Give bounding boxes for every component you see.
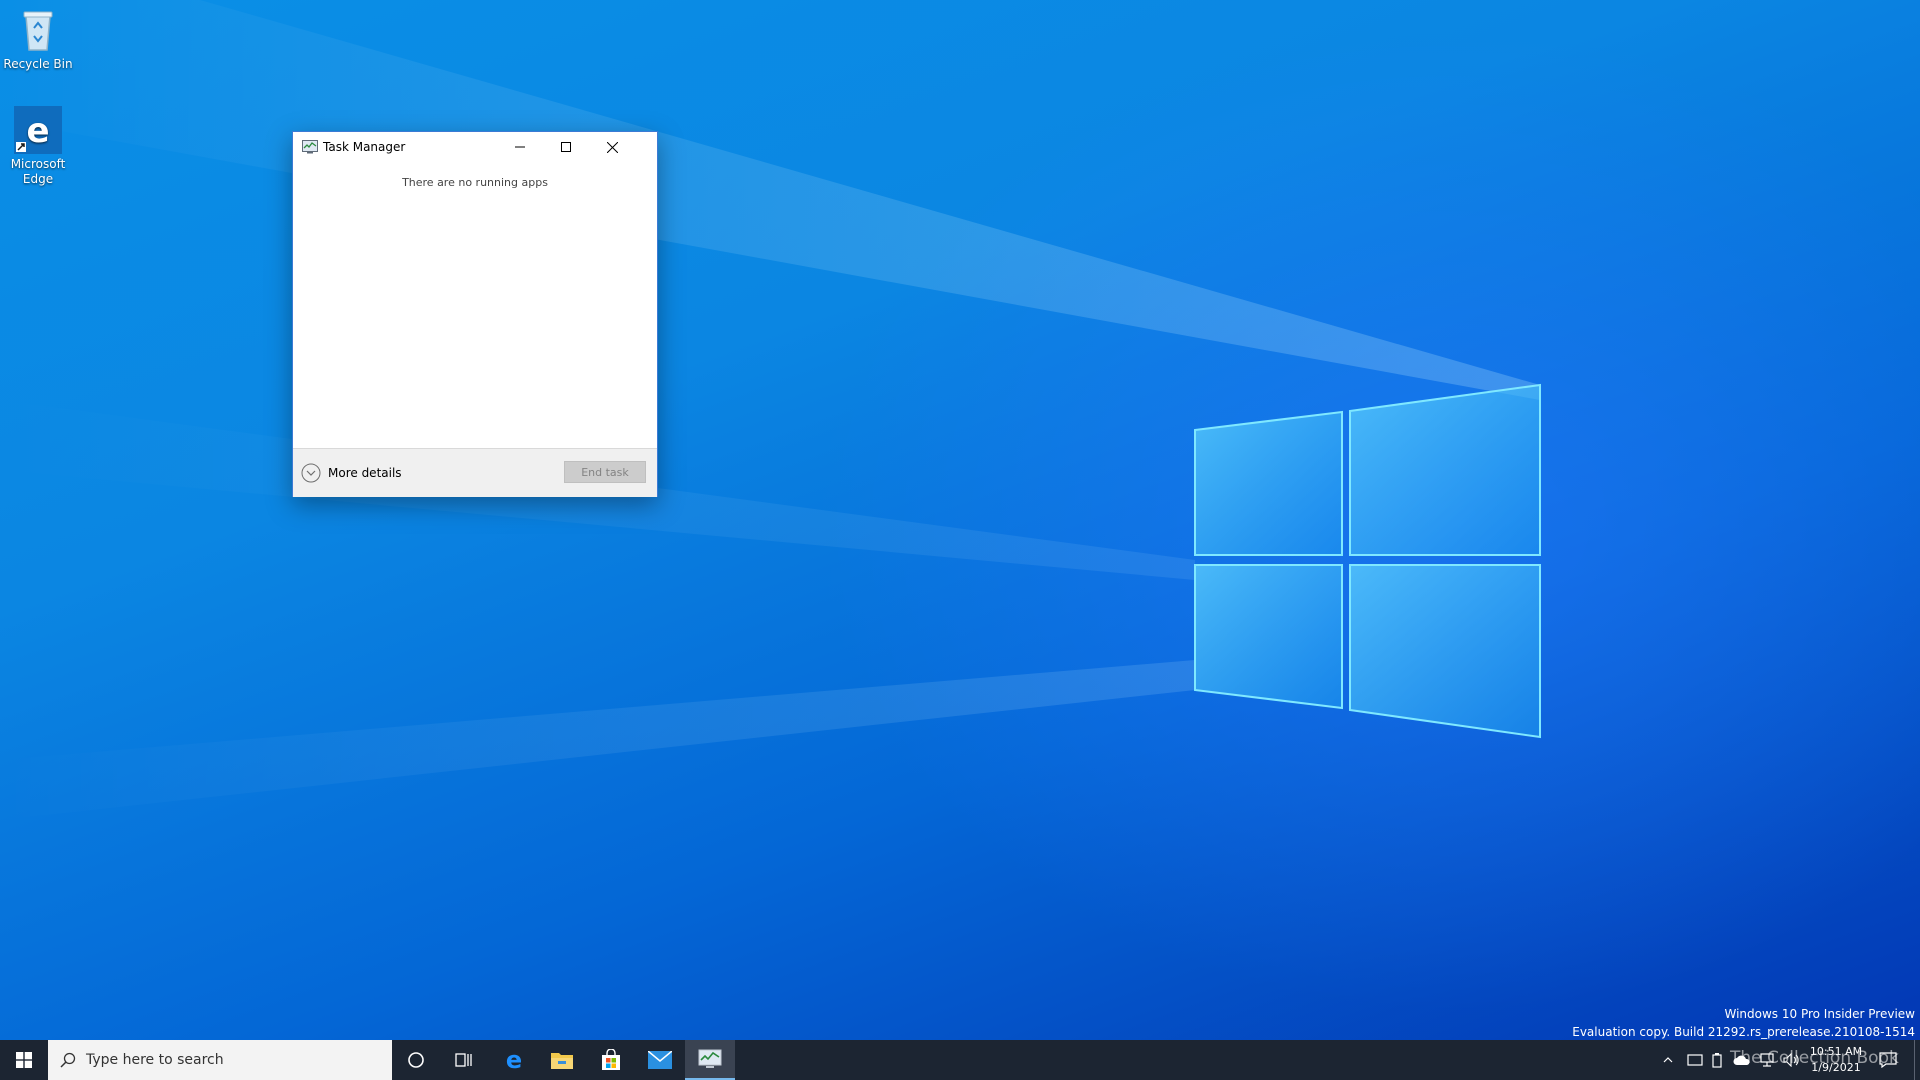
mail-icon [648, 1051, 672, 1069]
close-button[interactable] [589, 132, 635, 162]
minimize-button[interactable] [497, 132, 543, 162]
taskbar: Type here to search e 10:51 AM 1/9/2021 [0, 1040, 1920, 1080]
chevron-down-icon [301, 463, 321, 483]
chevron-up-icon [1663, 1057, 1673, 1063]
end-task-button[interactable]: End task [564, 461, 646, 483]
build-watermark: Windows 10 Pro Insider Preview Evaluatio… [1572, 1005, 1915, 1040]
svg-text:e: e [506, 1048, 522, 1072]
edge-icon: e [506, 1048, 522, 1072]
search-box[interactable]: Type here to search [48, 1040, 392, 1080]
watermark-edition: Windows 10 Pro Insider Preview [1724, 1007, 1915, 1021]
window-footer: More details End task [293, 448, 657, 497]
taskbar-edge[interactable]: e [490, 1040, 538, 1080]
desktop-icon-recycle-bin[interactable]: Recycle Bin [0, 6, 76, 72]
show-desktop-button[interactable] [1914, 1040, 1920, 1080]
windows-logo-wallpaper [0, 0, 1541, 820]
more-details-toggle[interactable]: More details [301, 462, 402, 484]
task-manager-icon [302, 140, 318, 154]
edge-label: Microsoft Edge [10, 157, 66, 186]
task-view-button[interactable] [440, 1040, 488, 1080]
taskbar-task-manager[interactable] [685, 1040, 735, 1080]
battery-icon [1712, 1053, 1722, 1068]
tray-battery[interactable] [1706, 1040, 1728, 1080]
store-icon [602, 1049, 620, 1070]
task-manager-icon [698, 1049, 722, 1068]
task-view-icon [455, 1053, 472, 1067]
tray-meet-now[interactable] [1684, 1040, 1706, 1080]
maximize-icon [561, 142, 571, 152]
recycle-bin-label: Recycle Bin [3, 57, 73, 71]
recycle-bin-icon [23, 11, 53, 51]
taskbar-microsoft-store[interactable] [587, 1040, 635, 1080]
more-details-label: More details [328, 466, 402, 480]
search-placeholder: Type here to search [86, 1052, 224, 1068]
file-explorer-icon [551, 1053, 573, 1069]
watermark-build: Evaluation copy. Build 21292.rs_prerelea… [1572, 1025, 1915, 1039]
meet-now-icon [1687, 1054, 1703, 1066]
desktop: Recycle Bin e Microsoft Edge Task Manage… [0, 0, 1920, 1040]
desktop-icon-microsoft-edge[interactable]: e Microsoft Edge [0, 106, 76, 187]
cortana-icon [408, 1052, 424, 1068]
empty-message: There are no running apps [402, 176, 548, 189]
overlay-watermark: The Collection Book [1730, 1048, 1899, 1068]
task-manager-window: Task Manager There are no running apps M… [292, 131, 658, 497]
windows-start-icon [16, 1052, 32, 1068]
close-icon [606, 141, 618, 153]
search-icon [60, 1052, 76, 1068]
window-title: Task Manager [323, 140, 406, 154]
minimize-icon [515, 146, 525, 148]
app-list-area: There are no running apps [293, 162, 657, 448]
show-hidden-icons-button[interactable] [1656, 1040, 1680, 1080]
svg-text:e: e [26, 111, 49, 151]
maximize-button[interactable] [543, 132, 589, 162]
edge-icon: e [14, 106, 62, 154]
taskbar-file-explorer[interactable] [538, 1040, 586, 1080]
cortana-button[interactable] [392, 1040, 440, 1080]
start-button[interactable] [0, 1040, 48, 1080]
taskbar-mail[interactable] [636, 1040, 684, 1080]
title-bar[interactable]: Task Manager [293, 132, 657, 162]
